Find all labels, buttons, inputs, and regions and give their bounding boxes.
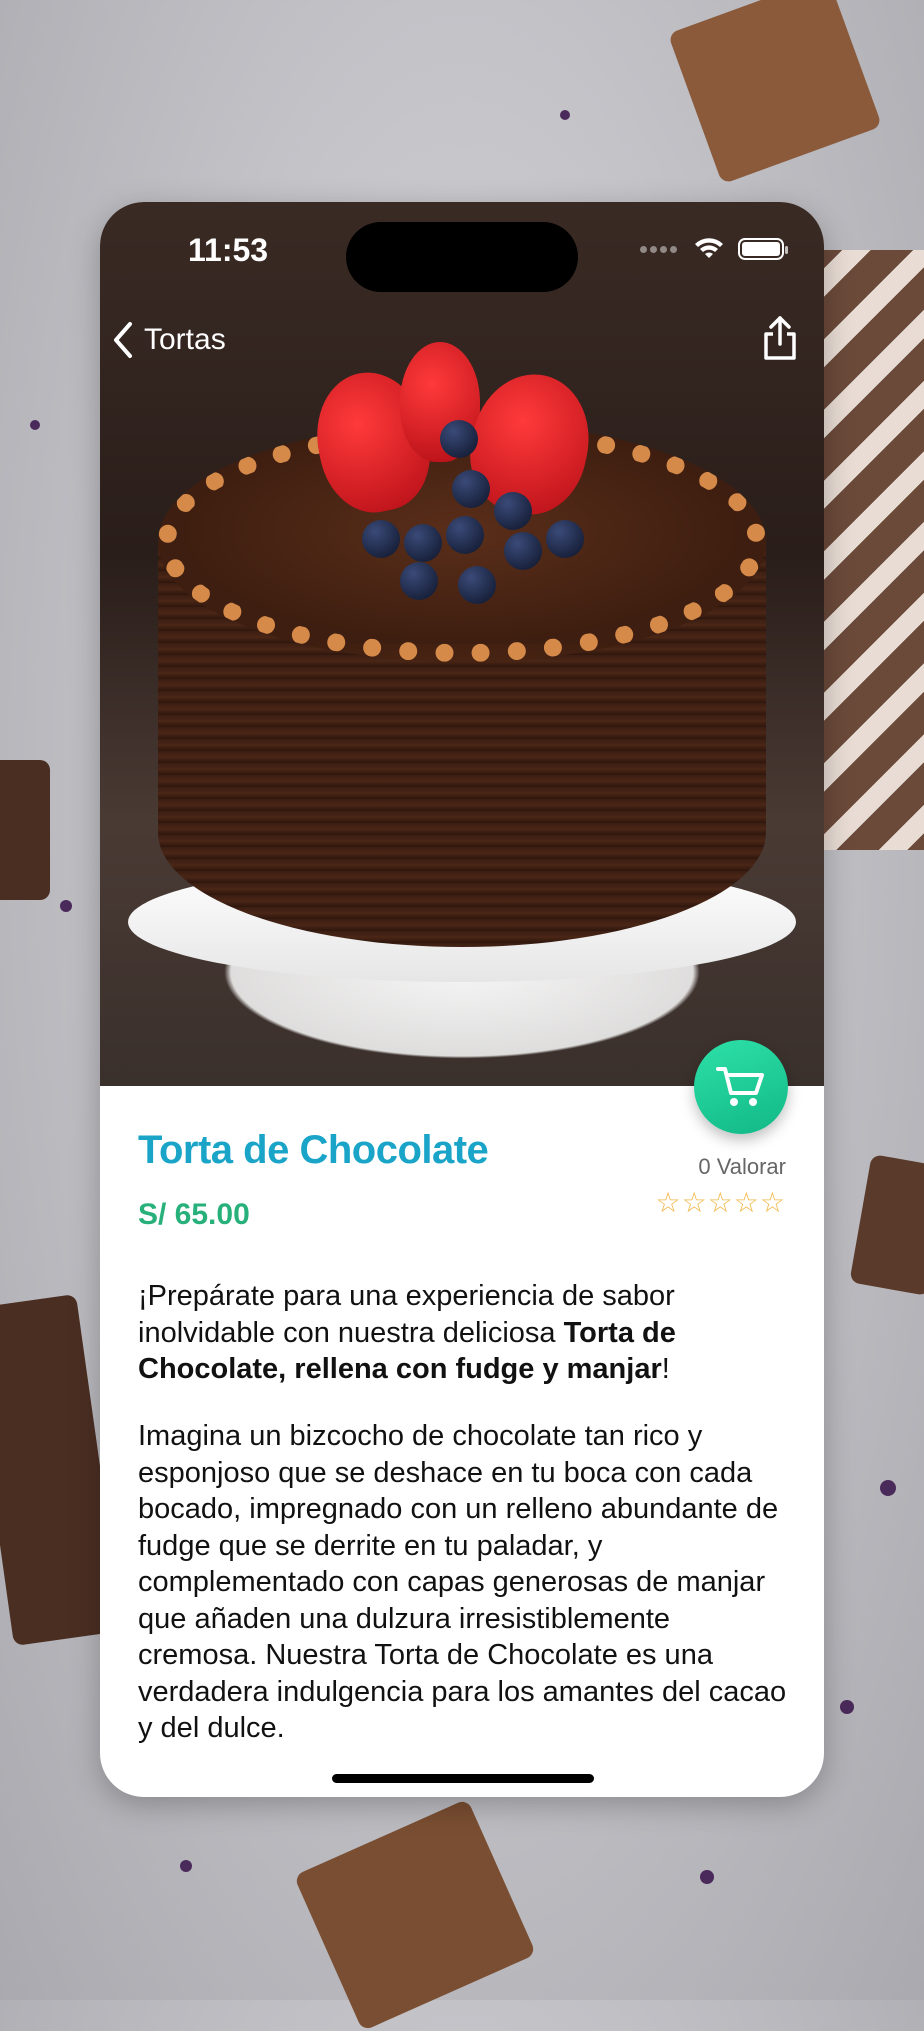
background-sprinkle xyxy=(180,1860,192,1872)
blueberry xyxy=(446,516,484,554)
product-title: Torta de Chocolate xyxy=(138,1128,489,1172)
background-sprinkle xyxy=(30,420,40,430)
blueberry xyxy=(452,470,490,508)
wifi-icon xyxy=(695,238,723,258)
blueberry xyxy=(458,566,496,604)
blueberry xyxy=(404,524,442,562)
phone-screen: 11:53 Tortas Torta de Chocolate S/ 65.00… xyxy=(100,202,824,1797)
background-chocolate-piece xyxy=(667,0,883,185)
status-icons xyxy=(640,238,788,260)
rating-stars[interactable]: ☆☆☆☆☆ xyxy=(655,1186,786,1219)
background-sprinkle xyxy=(700,1870,714,1884)
back-button[interactable]: Tortas xyxy=(110,320,226,360)
signal-icon xyxy=(640,240,680,258)
blueberry xyxy=(494,492,532,530)
blueberry xyxy=(362,520,400,558)
back-label: Tortas xyxy=(144,323,226,356)
status-time: 11:53 xyxy=(188,232,269,268)
chevron-left-icon xyxy=(114,322,132,358)
background-chocolate-piece xyxy=(293,1798,537,2031)
description-paragraph-1: ¡Prepárate para una experiencia de sabor… xyxy=(138,1278,788,1388)
share-icon xyxy=(764,316,796,360)
home-indicator[interactable] xyxy=(332,1774,594,1783)
blueberry xyxy=(440,420,478,458)
blueberry xyxy=(546,520,584,558)
background-chocolate-piece xyxy=(0,760,50,900)
background-sprinkle xyxy=(880,1480,896,1496)
dynamic-island xyxy=(346,222,578,292)
blueberry xyxy=(400,562,438,600)
background-chocolate-piece xyxy=(849,1154,924,1296)
add-to-cart-button[interactable] xyxy=(694,1040,788,1134)
battery-icon xyxy=(738,238,788,260)
blueberry xyxy=(504,532,542,570)
share-button[interactable] xyxy=(760,314,800,367)
background-sprinkle xyxy=(840,1700,854,1714)
description-paragraph-2: Imagina un bizcocho de chocolate tan ric… xyxy=(138,1420,787,1744)
product-price: S/ 65.00 xyxy=(138,1198,250,1231)
background-sprinkle xyxy=(60,900,72,912)
cart-icon xyxy=(716,1067,764,1106)
background-sprinkle xyxy=(560,110,570,120)
description-text-end: ! xyxy=(661,1353,670,1385)
rating-label[interactable]: 0 Valorar xyxy=(698,1154,786,1180)
